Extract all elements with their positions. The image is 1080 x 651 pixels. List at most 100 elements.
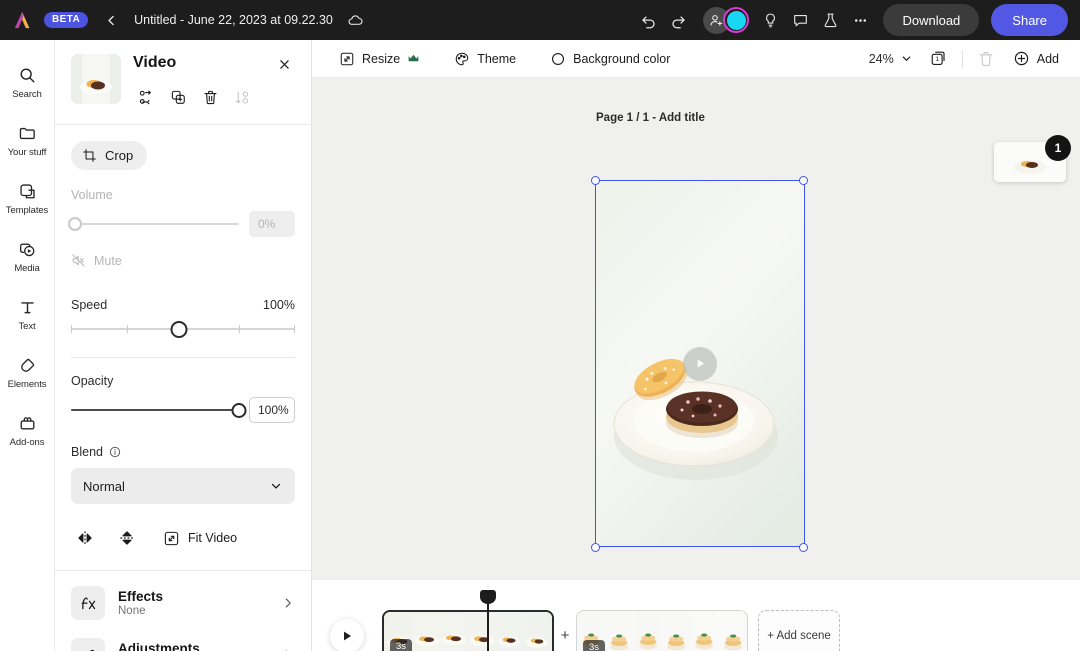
timeline-clip[interactable]: 3s <box>382 610 554 651</box>
close-icon[interactable] <box>273 53 295 75</box>
selection-handle-bl[interactable] <box>591 543 600 552</box>
sidebar-item-elements[interactable]: Elements <box>0 344 55 402</box>
clip-duration: 3s <box>583 640 605 651</box>
resize-button[interactable]: Resize <box>330 45 429 73</box>
share-button[interactable]: Share <box>991 4 1068 36</box>
adobe-express-logo-icon <box>12 10 34 30</box>
top-bar: BETA Untitled - June 22, 2023 at 09.22.3… <box>0 0 1080 40</box>
elements-icon <box>18 356 37 375</box>
selection-handle-tl[interactable] <box>591 176 600 185</box>
section-title: Effects <box>118 589 268 604</box>
sliders-icon <box>71 638 105 651</box>
fit-video-button[interactable]: Fit Video <box>157 526 243 551</box>
canvas-play-button[interactable] <box>683 347 717 381</box>
speed-slider-row <box>71 321 295 337</box>
selection-handle-br[interactable] <box>799 543 808 552</box>
canvas-stage[interactable]: Page 1 / 1 - Add title <box>312 78 1080 595</box>
comment-icon[interactable] <box>787 7 813 33</box>
back-button[interactable] <box>98 7 124 33</box>
left-rail: Search Your stuff Templates Media Text <box>0 40 55 651</box>
add-between-button[interactable]: + <box>554 627 576 644</box>
fx-icon <box>71 586 105 620</box>
replace-media-icon[interactable] <box>133 84 159 110</box>
opacity-value[interactable]: 100% <box>249 397 295 423</box>
opacity-slider[interactable] <box>71 402 239 418</box>
volume-slider-row: 0% <box>71 211 295 237</box>
opacity-slider-row: 100% <box>71 397 295 423</box>
pages-icon[interactable]: 1 <box>925 45 953 73</box>
fit-video-label: Fit Video <box>188 531 237 545</box>
sidebar-item-add-ons[interactable]: Add-ons <box>0 402 55 460</box>
speed-slider[interactable] <box>71 321 295 337</box>
theme-button[interactable]: Theme <box>445 45 525 73</box>
flip-horizontal-icon[interactable] <box>71 524 99 552</box>
fit-icon <box>163 530 180 547</box>
mute-toggle[interactable]: Mute <box>71 251 295 270</box>
timeline-play-button[interactable] <box>330 619 364 651</box>
video-thumbnail[interactable] <box>71 54 121 104</box>
theme-label: Theme <box>477 52 516 66</box>
flask-icon[interactable] <box>817 7 843 33</box>
artboard[interactable] <box>596 181 804 546</box>
mute-icon <box>71 253 86 268</box>
sidebar-item-search[interactable]: Search <box>0 54 55 112</box>
plus-circle-icon <box>1013 50 1030 67</box>
page-title-label[interactable]: Page 1 / 1 - Add title <box>596 112 705 124</box>
chevron-right-icon <box>281 596 295 610</box>
zoom-control[interactable]: 24% <box>861 45 921 73</box>
sidebar-item-media[interactable]: Media <box>0 228 55 286</box>
crop-icon <box>82 148 97 163</box>
flip-vertical-icon[interactable] <box>113 524 141 552</box>
blend-selected-value: Normal <box>83 479 125 494</box>
sidebar-label: Media <box>14 263 39 274</box>
crown-icon <box>407 52 420 65</box>
timeline: 3s + 3s + Add scene <box>312 579 1080 651</box>
info-icon[interactable] <box>109 446 121 458</box>
undo-icon[interactable] <box>635 7 661 33</box>
panel-header: Video <box>55 40 311 120</box>
timeline-playhead[interactable] <box>487 600 489 651</box>
add-scene-button[interactable]: + Add scene <box>758 610 840 651</box>
redo-icon[interactable] <box>665 7 691 33</box>
avatar[interactable] <box>723 7 749 33</box>
zoom-value: 24% <box>869 52 894 66</box>
volume-slider[interactable] <box>71 216 239 232</box>
mute-label: Mute <box>94 254 122 268</box>
add-page-button[interactable]: Add <box>1004 45 1068 73</box>
lightbulb-icon[interactable] <box>757 7 783 33</box>
volume-label: Volume <box>71 188 113 202</box>
background-color-button[interactable]: Background color <box>541 45 679 73</box>
speed-label: Speed <box>71 298 107 312</box>
folder-icon <box>18 124 37 143</box>
opacity-label: Opacity <box>71 374 113 388</box>
background-color-label: Background color <box>573 52 670 66</box>
svg-text:1: 1 <box>936 56 940 63</box>
addons-icon <box>18 414 37 433</box>
collaborators <box>703 7 749 34</box>
volume-value[interactable]: 0% <box>249 211 295 237</box>
delete-page-icon <box>972 45 1000 73</box>
duplicate-icon[interactable] <box>165 84 191 110</box>
sidebar-label: Text <box>18 321 35 332</box>
sidebar-item-text[interactable]: Text <box>0 286 55 344</box>
beta-badge: BETA <box>44 12 88 28</box>
trash-icon[interactable] <box>197 84 223 110</box>
section-adjustments[interactable]: Adjustments None <box>55 629 311 651</box>
section-title: Adjustments <box>118 641 268 651</box>
page-number-badge: 1 <box>1045 135 1071 161</box>
section-effects[interactable]: Effects None <box>55 577 311 629</box>
blend-row: Blend <box>71 445 295 459</box>
sidebar-item-your-stuff[interactable]: Your stuff <box>0 112 55 170</box>
sidebar-item-templates[interactable]: Templates <box>0 170 55 228</box>
document-title[interactable]: Untitled - June 22, 2023 at 09.22.30 <box>134 13 333 27</box>
download-button[interactable]: Download <box>883 4 979 36</box>
ellipsis-icon[interactable] <box>847 7 873 33</box>
transform-row: Fit Video <box>71 524 295 552</box>
chevron-down-icon <box>269 479 283 493</box>
text-icon <box>18 298 37 317</box>
timeline-clip[interactable]: 3s <box>576 610 748 651</box>
clip-duration: 3s <box>390 639 412 651</box>
selection-handle-tr[interactable] <box>799 176 808 185</box>
blend-mode-select[interactable]: Normal <box>71 468 295 504</box>
crop-button[interactable]: Crop <box>71 141 147 170</box>
